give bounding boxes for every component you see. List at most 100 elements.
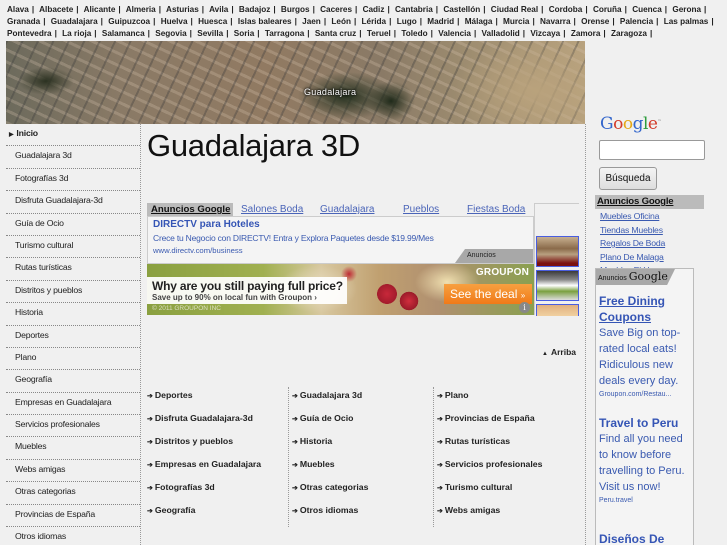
text-ad-title[interactable]: DIRECTV para Hoteles	[153, 219, 260, 230]
category-link[interactable]: ➔ Provincias de España	[437, 408, 577, 431]
groupon-banner-ad[interactable]: Why are you still paying full price? Sav…	[147, 264, 534, 315]
right-ad-link[interactable]: Regalos De Boda	[600, 237, 666, 251]
right-ad-title[interactable]: Travel to Peru	[599, 415, 693, 431]
province-link[interactable]: Alava	[7, 5, 29, 14]
ad-thumbnail[interactable]	[536, 270, 579, 301]
province-link[interactable]: Islas baleares	[238, 17, 292, 26]
ad-links-label[interactable]: Anuncios Google	[147, 203, 234, 217]
nav-item[interactable]: Geografía	[6, 370, 140, 393]
province-link[interactable]: Toledo	[401, 29, 427, 38]
ad-link-fiestas-boda[interactable]: Fiestas Boda	[467, 203, 525, 217]
right-ad[interactable]: Free Dining Coupons Save Big on top-rate…	[599, 293, 693, 401]
category-link[interactable]: ➔ Guía de Ocio	[292, 408, 432, 431]
search-button[interactable]: Búsqueda	[599, 167, 657, 190]
category-link[interactable]: ➔ Guadalajara 3d	[292, 385, 432, 408]
province-link[interactable]: Pontevedra	[7, 29, 52, 38]
province-link[interactable]: Granada	[7, 17, 40, 26]
province-link[interactable]: Málaga	[465, 17, 493, 26]
category-link[interactable]: ➔ Plano	[437, 385, 577, 408]
province-link[interactable]: Madrid	[427, 17, 454, 26]
ads-by-google-badge[interactable]: Anuncios Google	[455, 249, 533, 263]
nav-item[interactable]: Rutas turísticas	[6, 258, 140, 281]
province-link[interactable]: Las palmas	[664, 17, 709, 26]
category-link[interactable]: ➔ Disfruta Guadalajara-3d	[147, 408, 287, 431]
nav-item[interactable]: Guadalajara 3d	[6, 146, 140, 169]
category-link[interactable]: ➔ Muebles	[292, 454, 432, 477]
right-ad-title[interactable]: Free Dining Coupons	[599, 293, 693, 325]
province-link[interactable]: Guadalajara	[51, 17, 98, 26]
ad-info-icon[interactable]: i	[519, 302, 530, 313]
ad-link-salones-boda[interactable]: Salones Boda	[241, 203, 303, 217]
ad-thumbnail[interactable]	[536, 304, 579, 316]
nav-item[interactable]: Deportes	[6, 326, 140, 348]
category-link[interactable]: ➔ Distritos y pueblos	[147, 431, 287, 454]
nav-item[interactable]: Otras categorias	[6, 482, 140, 505]
category-link[interactable]: ➔ Empresas en Guadalajara	[147, 454, 287, 477]
nav-item[interactable]: Guía de Ocio	[6, 214, 140, 236]
text-ad-url[interactable]: www.directv.com/business	[153, 246, 243, 255]
category-link[interactable]: ➔ Servicios profesionales	[437, 454, 577, 477]
nav-item[interactable]: Empresas en Guadalajara	[6, 393, 140, 416]
province-link[interactable]: Ciudad Real	[491, 5, 538, 14]
right-ad[interactable]: Diseños De	[599, 531, 693, 545]
back-to-top-link[interactable]: ▲ Arriba	[542, 347, 576, 357]
province-link[interactable]: Vizcaya	[530, 29, 560, 38]
province-link[interactable]: Murcia	[503, 17, 529, 26]
see-the-deal-button[interactable]: See the deal »	[444, 284, 532, 304]
province-link[interactable]: Teruel	[367, 29, 391, 38]
province-link[interactable]: Lugo	[397, 17, 417, 26]
province-link[interactable]: Huesca	[198, 17, 227, 26]
nav-item[interactable]: Fotografías 3d	[6, 169, 140, 192]
category-link[interactable]: ➔ Geografía	[147, 500, 287, 523]
category-link[interactable]: ➔ Otras categorias	[292, 477, 432, 500]
province-link[interactable]: Caceres	[320, 5, 352, 14]
nav-item[interactable]: Webs amigas	[6, 460, 140, 483]
category-link[interactable]: ➔ Deportes	[147, 385, 287, 408]
right-ad[interactable]: Travel to Peru Find all you need to know…	[599, 415, 693, 507]
province-link[interactable]: Zamora	[571, 29, 601, 38]
province-link[interactable]: Gerona	[672, 5, 701, 14]
province-link[interactable]: Soria	[234, 29, 254, 38]
ad-link-guadalajara[interactable]: Guadalajara	[320, 203, 374, 217]
category-link[interactable]: ➔ Rutas turísticas	[437, 431, 577, 454]
province-link[interactable]: Salamanca	[102, 29, 145, 38]
province-link[interactable]: Asturias	[166, 5, 199, 14]
category-link[interactable]: ➔ Turismo cultural	[437, 477, 577, 500]
nav-item[interactable]: Otros idiomas	[6, 527, 140, 545]
nav-item[interactable]: ▶ Inicio	[6, 124, 140, 147]
province-link[interactable]: Tarragona	[265, 29, 304, 38]
province-link[interactable]: Lérida	[362, 17, 387, 26]
category-link[interactable]: ➔ Fotografías 3d	[147, 477, 287, 500]
text-ad[interactable]: DIRECTV para Hoteles Crece tu Negocio co…	[147, 216, 534, 264]
province-link[interactable]: La rioja	[62, 29, 91, 38]
right-ad-link[interactable]: Tiendas Muebles	[600, 224, 666, 238]
province-link[interactable]: Sevilla	[197, 29, 223, 38]
province-link[interactable]: Albacete	[39, 5, 73, 14]
province-link[interactable]: Cuenca	[632, 5, 662, 14]
province-link[interactable]: Alicante	[84, 5, 116, 14]
province-link[interactable]: Zaragoza	[611, 29, 647, 38]
province-link[interactable]: Coruña	[593, 5, 622, 14]
nav-item[interactable]: Provincias de España	[6, 505, 140, 528]
nav-item[interactable]: Turismo cultural	[6, 236, 140, 259]
province-link[interactable]: Cadiz	[363, 5, 385, 14]
province-link[interactable]: Cantabria	[395, 5, 433, 14]
province-link[interactable]: Valencia	[438, 29, 471, 38]
right-ad-title[interactable]: Diseños De	[599, 531, 693, 545]
province-link[interactable]: Burgos	[281, 5, 310, 14]
category-link[interactable]: ➔ Historia	[292, 431, 432, 454]
ads-by-google-badge[interactable]: Anuncios Google	[596, 269, 675, 285]
province-link[interactable]: Valladolid	[482, 29, 520, 38]
province-link[interactable]: Orense	[581, 17, 609, 26]
province-link[interactable]: Guipuzcoa	[108, 17, 150, 26]
nav-item[interactable]: Plano	[6, 348, 140, 371]
right-ad-url[interactable]: Peru.travel	[599, 495, 693, 507]
nav-item[interactable]: Historia	[6, 303, 140, 326]
province-link[interactable]: Castellón	[443, 5, 480, 14]
province-link[interactable]: Badajoz	[239, 5, 270, 14]
right-ad-url[interactable]: Groupon.com/Restau...	[599, 389, 693, 401]
right-ad-link[interactable]: Plano De Malaga	[600, 251, 666, 265]
province-link[interactable]: Segovia	[155, 29, 186, 38]
right-ads-label[interactable]: Anuncios Google	[595, 195, 704, 209]
province-link[interactable]: Navarra	[540, 17, 571, 26]
